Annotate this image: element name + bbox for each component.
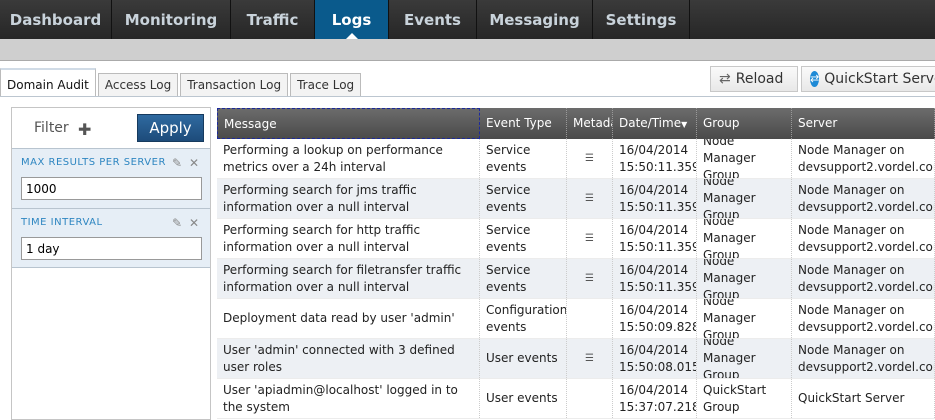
filter-label: Filter [34, 120, 69, 136]
server-cell: Node Manager on devsupport2.vordel.com [792, 219, 935, 258]
refresh-icon: ⇄ [719, 71, 731, 87]
table-row[interactable]: Performing search for jms traffic inform… [217, 179, 935, 219]
metadata-cell [567, 299, 613, 338]
message-cell: Performing search for filetransfer traff… [217, 259, 480, 298]
divider [0, 96, 935, 97]
close-icon[interactable]: ✕ [189, 216, 199, 230]
nav-dashboard[interactable]: Dashboard [0, 0, 112, 39]
server-select-button[interactable]: ⇄ QuickStart Server [801, 66, 935, 92]
metadata-cell: ☰ [567, 259, 613, 298]
server-cell: Node Manager on devsupport2.vordel.com [792, 299, 935, 338]
metadata-icon[interactable]: ☰ [585, 150, 594, 167]
edit-icon[interactable]: ✎ [172, 156, 182, 170]
time-interval-input[interactable] [21, 237, 202, 260]
reload-label: Reload [735, 71, 784, 87]
table-row[interactable]: Performing search for filetransfer traff… [217, 259, 935, 299]
datetime-cell: 16/04/2014 15:50:11.359 [613, 219, 697, 258]
filter-title: MAX RESULTS PER SERVER [21, 157, 166, 168]
server-cell: Node Manager on devsupport2.vordel.com [792, 179, 935, 218]
group-cell: Node Manager Group [697, 139, 792, 178]
col-message[interactable]: Message [217, 108, 480, 139]
col-event-type[interactable]: Event Type [480, 108, 567, 139]
tab-access-log[interactable]: Access Log [97, 73, 179, 97]
table-row[interactable]: Performing a lookup on performance metri… [217, 139, 935, 179]
metadata-cell: ☰ [567, 219, 613, 258]
datetime-cell: 16/04/2014 15:50:11.359 [613, 139, 697, 178]
metadata-icon[interactable]: ☰ [585, 350, 594, 367]
metadata-cell: ☰ [567, 339, 613, 378]
server-label: QuickStart Server [824, 71, 935, 87]
table-row[interactable]: Deployment data read by user 'admin' Conf… [217, 299, 935, 339]
datetime-cell: 16/04/2014 15:50:11.359 [613, 179, 697, 218]
log-tabs: Domain Audit Access Log Transaction Log … [0, 68, 363, 97]
group-cell: Node Manager Group [697, 219, 792, 258]
group-cell: QuickStart Group [697, 379, 792, 418]
datetime-cell: 16/04/2014 15:50:11.359 [613, 259, 697, 298]
nav-settings[interactable]: Settings [593, 0, 690, 39]
metadata-icon[interactable]: ☰ [585, 270, 594, 287]
sort-desc-icon: ▼ [681, 120, 688, 129]
col-datetime[interactable]: Date/Time▼ [613, 108, 697, 139]
audit-table: Message Event Type Metadata Date/Time▼ G… [217, 108, 935, 420]
event-type-cell: Service events [480, 219, 567, 258]
toolbar-band [0, 39, 935, 61]
filter-panel: Filter ✚ Apply MAX RESULTS PER SERVER ✎ … [11, 107, 211, 420]
filter-title: TIME INTERVAL [21, 217, 103, 228]
add-filter-icon[interactable]: ✚ [78, 120, 91, 139]
event-type-cell: User events [480, 379, 567, 418]
nav-events[interactable]: Events [389, 0, 477, 39]
group-cell: Node Manager Group [697, 179, 792, 218]
event-type-cell: Service events [480, 179, 567, 218]
col-metadata[interactable]: Metadata [567, 108, 613, 139]
event-type-cell: Service events [480, 139, 567, 178]
server-cell: Node Manager on devsupport2.vordel.com [792, 339, 935, 378]
server-cell: Node Manager on devsupport2.vordel.com [792, 259, 935, 298]
metadata-icon[interactable]: ☰ [585, 230, 594, 247]
col-datetime-label: Date/Time [619, 116, 682, 130]
group-cell: Node Manager Group [697, 259, 792, 298]
col-server[interactable]: Server [792, 108, 935, 139]
table-header: Message Event Type Metadata Date/Time▼ G… [217, 108, 935, 139]
group-cell: Node Manager Group [697, 299, 792, 338]
message-cell: User 'admin' connected with 3 defined us… [217, 339, 480, 378]
nav-logs[interactable]: Logs [315, 0, 389, 39]
filter-time-interval: TIME INTERVAL ✎ ✕ [12, 208, 210, 268]
max-results-input[interactable] [21, 177, 202, 200]
metadata-cell [567, 379, 613, 418]
edit-icon[interactable]: ✎ [172, 216, 182, 230]
table-row[interactable]: User 'apiadmin@localhost' logged in to t… [217, 379, 935, 419]
message-cell: Performing a lookup on performance metri… [217, 139, 480, 178]
top-nav: Dashboard Monitoring Traffic Logs Events… [0, 0, 935, 39]
nav-monitoring[interactable]: Monitoring [112, 0, 231, 39]
close-icon[interactable]: ✕ [189, 156, 199, 170]
event-type-cell: Configuration events [480, 299, 567, 338]
reload-button[interactable]: ⇄ Reload [710, 66, 798, 92]
tab-transaction-log[interactable]: Transaction Log [180, 73, 289, 97]
apply-button[interactable]: Apply [137, 114, 204, 142]
datetime-cell: 16/04/2014 15:50:09.828 [613, 299, 697, 338]
server-cell: QuickStart Server [792, 379, 935, 418]
col-group[interactable]: Group [697, 108, 792, 139]
table-row[interactable]: User 'admin' connected with 3 defined us… [217, 339, 935, 379]
message-cell: Deployment data read by user 'admin' [217, 299, 480, 338]
metadata-icon[interactable]: ☰ [585, 190, 594, 207]
nav-messaging[interactable]: Messaging [477, 0, 593, 39]
server-cell: Node Manager on devsupport2.vordel.com [792, 139, 935, 178]
event-type-cell: User events [480, 339, 567, 378]
event-type-cell: Service events [480, 259, 567, 298]
metadata-cell: ☰ [567, 179, 613, 218]
message-cell: Performing search for jms traffic inform… [217, 179, 480, 218]
message-cell: Performing search for http traffic infor… [217, 219, 480, 258]
table-row[interactable]: Performing search for http traffic infor… [217, 219, 935, 259]
filter-max-results: MAX RESULTS PER SERVER ✎ ✕ [12, 148, 210, 208]
message-cell: User 'apiadmin@localhost' logged in to t… [217, 379, 480, 418]
group-cell: Node Manager Group [697, 339, 792, 378]
datetime-cell: 16/04/2014 15:50:08.015 [613, 339, 697, 378]
metadata-cell: ☰ [567, 139, 613, 178]
datetime-cell: 16/04/2014 15:37:07.218 [613, 379, 697, 418]
tab-domain-audit[interactable]: Domain Audit [0, 68, 96, 97]
server-switch-icon: ⇄ [810, 71, 820, 87]
tab-trace-log[interactable]: Trace Log [290, 73, 362, 97]
nav-traffic[interactable]: Traffic [231, 0, 315, 39]
